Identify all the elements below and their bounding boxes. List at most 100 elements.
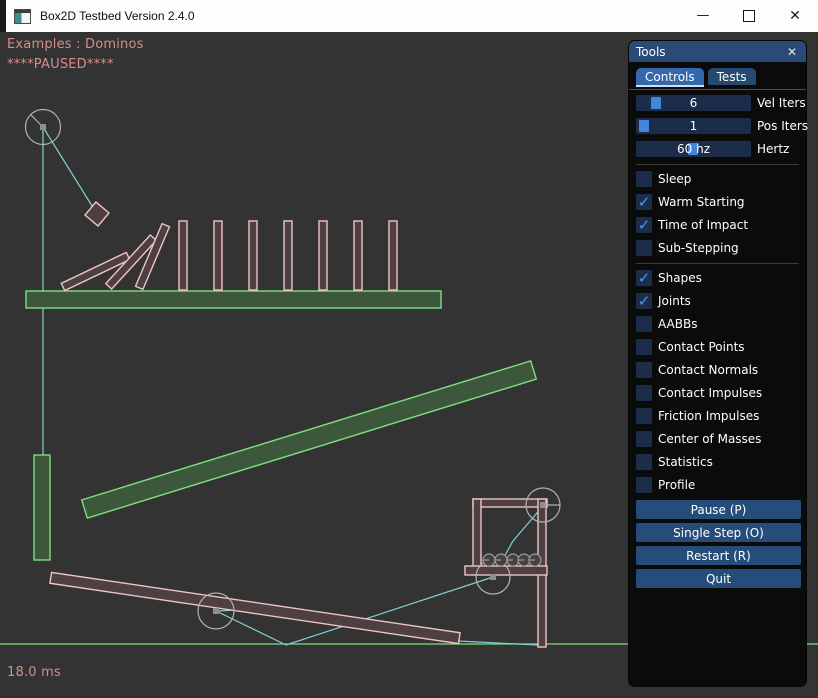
checkbox-label: Contact Normals — [658, 363, 758, 377]
restart-r-button[interactable]: Restart (R) — [636, 546, 801, 565]
checkbox-label: Sub-Stepping — [658, 241, 739, 255]
minimize-icon: — — [697, 11, 710, 21]
checkbox-group-1: ✓ Shapes ✓ Joints AABBs Contact Points Contact… — [636, 270, 799, 493]
checkbox-label: Contact Points — [658, 340, 745, 354]
app-window: Box2D Testbed Version 2.4.0 — ✕ Examples… — [0, 0, 818, 698]
checkbox[interactable] — [636, 362, 652, 378]
green-post — [34, 455, 50, 560]
tools-panel-titlebar[interactable]: Tools ✕ — [629, 41, 806, 62]
joint-anchor — [40, 124, 46, 130]
checkbox[interactable] — [636, 240, 652, 256]
tab-tests[interactable]: Tests — [708, 68, 756, 85]
pendulum-bob — [85, 202, 109, 226]
checkbox-row-contact-points[interactable]: Contact Points — [636, 339, 799, 355]
checkbox-row-time-of-impact[interactable]: ✓Time of Impact — [636, 217, 799, 233]
green-plank — [82, 361, 537, 518]
slider-track[interactable]: 60 hz — [636, 141, 751, 157]
close-button[interactable]: ✕ — [772, 0, 818, 32]
checkbox-row-joints[interactable]: ✓ Joints — [636, 293, 799, 309]
checkbox-row-contact-normals[interactable]: Contact Normals — [636, 362, 799, 378]
domino-upright — [284, 221, 292, 290]
checkbox-label: Joints — [658, 294, 691, 308]
checkbox[interactable] — [636, 477, 652, 493]
titlebar: Box2D Testbed Version 2.4.0 — ✕ — [0, 0, 818, 32]
pause-p-button[interactable]: Pause (P) — [636, 500, 801, 519]
checkbox-group-0: Sleep ✓ Warm Starting ✓Time of Impact Sub-St… — [636, 171, 799, 256]
slider-track[interactable]: 1 — [636, 118, 751, 134]
frame-left-bar — [473, 499, 481, 574]
checkbox[interactable]: ✓ — [636, 194, 652, 210]
checkbox-label: Sleep — [658, 172, 691, 186]
slider-value: 60 hz — [636, 141, 751, 157]
frame-time-label: 18.0 ms — [7, 665, 61, 680]
checkbox-row-aabbs[interactable]: AABBs — [636, 316, 799, 332]
example-label: Examples : Dominos — [7, 37, 144, 52]
close-icon: ✕ — [789, 8, 801, 24]
checkbox[interactable] — [636, 339, 652, 355]
checkbox-label: Statistics — [658, 455, 713, 469]
checkbox-label: Friction Impulses — [658, 409, 759, 423]
app-icon — [14, 9, 31, 24]
checkbox[interactable] — [636, 316, 652, 332]
check-icon: ✓ — [636, 269, 652, 286]
tab-controls[interactable]: Controls — [636, 68, 704, 87]
tools-tabbar: ControlsTests — [629, 62, 806, 90]
checkbox-label: Profile — [658, 478, 695, 492]
checkbox[interactable] — [636, 408, 652, 424]
checkbox-row-statistics[interactable]: Statistics — [636, 454, 799, 470]
slider-label: Pos Iters — [757, 119, 808, 133]
window-title: Box2D Testbed Version 2.4.0 — [40, 9, 195, 23]
checkbox-label: AABBs — [658, 317, 697, 331]
separator — [636, 263, 799, 264]
green-shelf — [26, 291, 441, 308]
joint-anchor — [540, 502, 546, 508]
checkbox-row-sub-stepping[interactable]: Sub-Stepping — [636, 240, 799, 256]
domino-upright — [319, 221, 327, 290]
domino-upright — [214, 221, 222, 290]
checkbox-label: Contact Impulses — [658, 386, 762, 400]
checkbox-row-contact-impulses[interactable]: Contact Impulses — [636, 385, 799, 401]
slider-track[interactable]: 6 — [636, 95, 751, 111]
paused-label: ****PAUSED**** — [7, 57, 114, 72]
checkbox-row-profile[interactable]: Profile — [636, 477, 799, 493]
slider-label: Hertz — [757, 142, 789, 156]
checkbox[interactable] — [636, 171, 652, 187]
joint-anchor — [213, 608, 219, 614]
slider-row-hertz: 60 hz Hertz — [636, 141, 799, 157]
checkbox-row-friction-impulses[interactable]: Friction Impulses — [636, 408, 799, 424]
slider-value: 6 — [636, 95, 751, 111]
joint-line — [43, 127, 97, 214]
slider-row-pos-iters: 1Pos Iters — [636, 118, 799, 134]
checkbox-row-sleep[interactable]: Sleep — [636, 171, 799, 187]
tools-panel-close-icon[interactable]: ✕ — [785, 45, 799, 59]
checkbox-row-center-of-masses[interactable]: Center of Masses — [636, 431, 799, 447]
checkbox-label: Center of Masses — [658, 432, 761, 446]
minimize-button[interactable]: — — [680, 0, 726, 32]
checkbox[interactable] — [636, 454, 652, 470]
maximize-button[interactable] — [726, 0, 772, 32]
tools-panel-body: 6Vel Iters1Pos Iters60 hzHertz Sleep✓War… — [629, 90, 806, 588]
domino-upright — [249, 221, 257, 290]
tools-panel-title: Tools — [636, 45, 666, 59]
slider-row-vel-iters: 6Vel Iters — [636, 95, 799, 111]
domino-upright — [179, 221, 187, 290]
buttons-section: Pause (P) Single Step (O) Restart (R) Quit — [636, 500, 799, 588]
checkbox-row-shapes[interactable]: ✓ Shapes — [636, 270, 799, 286]
checkbox[interactable] — [636, 385, 652, 401]
quit-button[interactable]: Quit — [636, 569, 801, 588]
checkbox-label: Warm Starting — [658, 195, 745, 209]
checkbox[interactable] — [636, 431, 652, 447]
checkbox[interactable]: ✓ — [636, 293, 652, 309]
maximize-icon — [743, 10, 755, 22]
checkbox[interactable]: ✓ — [636, 217, 652, 233]
domino-upright — [354, 221, 362, 290]
checkbox-label: Shapes — [658, 271, 702, 285]
check-icon: ✓ — [636, 292, 652, 309]
checkbox[interactable]: ✓ — [636, 270, 652, 286]
slider-value: 1 — [636, 118, 751, 134]
single-step-o-button[interactable]: Single Step (O) — [636, 523, 801, 542]
checkbox-row-warm-starting[interactable]: ✓ Warm Starting — [636, 194, 799, 210]
joint-anchor — [490, 574, 496, 580]
slider-label: Vel Iters — [757, 96, 806, 110]
separator — [636, 164, 799, 165]
